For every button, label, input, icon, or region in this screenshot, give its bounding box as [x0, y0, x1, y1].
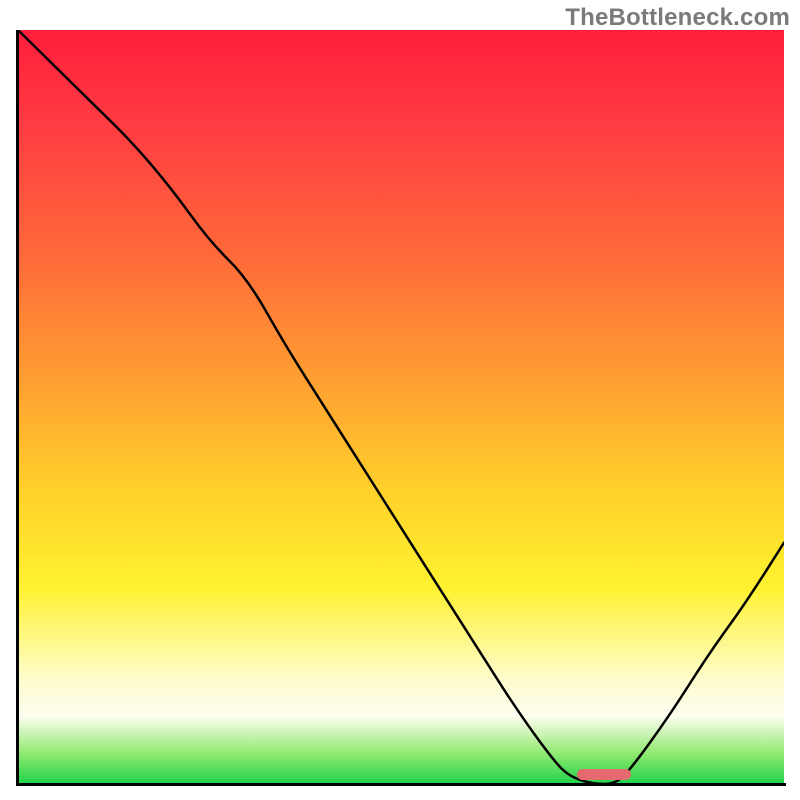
plot-area [18, 30, 784, 784]
bottleneck-curve [18, 30, 784, 784]
bottleneck-chart: TheBottleneck.com [0, 0, 800, 800]
optimal-range-marker [577, 769, 631, 780]
watermark-text: TheBottleneck.com [565, 4, 790, 32]
y-axis [16, 30, 19, 786]
x-axis [16, 783, 786, 786]
